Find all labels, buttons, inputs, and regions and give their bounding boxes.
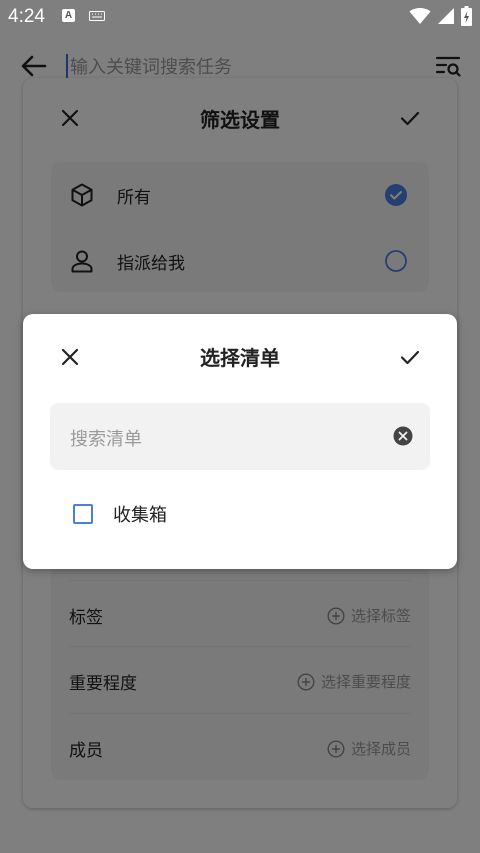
select-list-title: 选择清单 bbox=[200, 346, 280, 370]
confirm-check-icon[interactable] bbox=[398, 345, 422, 369]
list-option-inbox[interactable]: 收集箱 bbox=[73, 500, 167, 528]
status-time: 4:24 bbox=[8, 6, 45, 27]
cell-signal-icon bbox=[438, 8, 454, 24]
keyboard-icon bbox=[89, 11, 105, 21]
checkbox[interactable] bbox=[73, 504, 93, 524]
clear-icon[interactable] bbox=[393, 426, 413, 446]
status-bar: 4:24 A bbox=[0, 0, 480, 32]
status-right-icons bbox=[409, 6, 472, 26]
list-search-placeholder: 搜索清单 bbox=[70, 429, 142, 450]
notification-a-icon: A bbox=[62, 9, 75, 22]
wifi-icon bbox=[409, 8, 431, 24]
list-option-label: 收集箱 bbox=[113, 505, 167, 526]
battery-charging-icon bbox=[461, 6, 472, 26]
select-list-dialog: 选择清单 搜索清单 收集箱 bbox=[23, 314, 457, 569]
list-search-input[interactable]: 搜索清单 bbox=[50, 403, 430, 470]
